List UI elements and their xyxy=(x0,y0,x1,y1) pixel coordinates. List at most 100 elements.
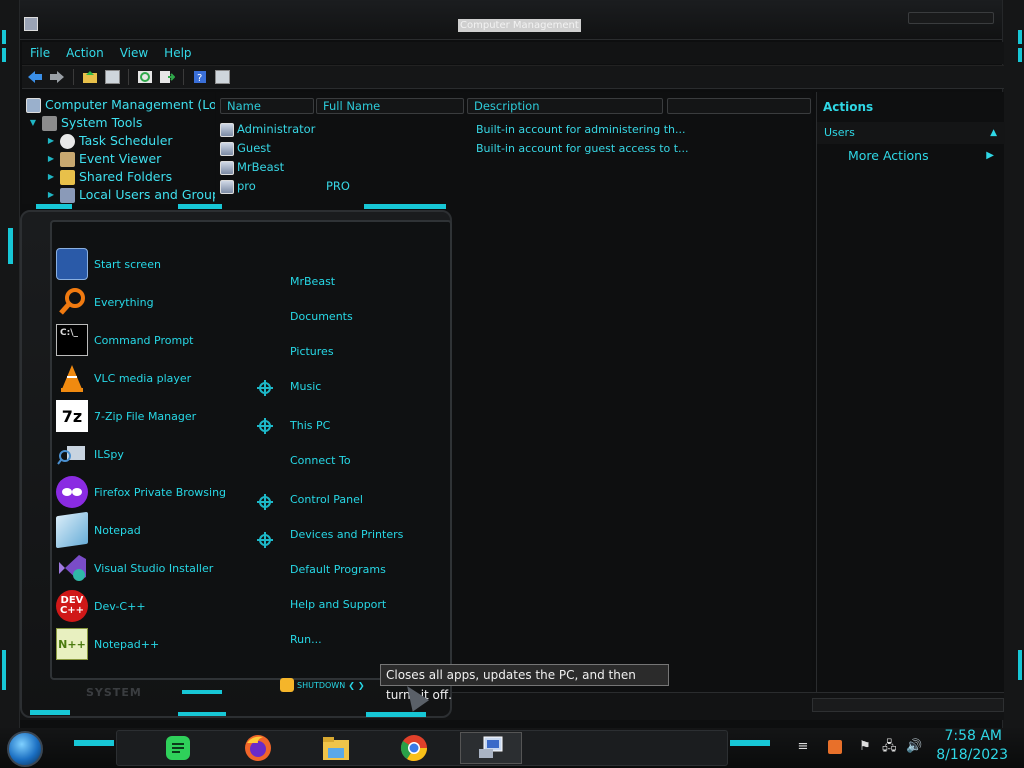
menu-file[interactable]: File xyxy=(22,42,58,64)
column-header-full-name[interactable]: Full Name xyxy=(316,98,464,114)
notepad-icon xyxy=(56,511,88,549)
chevron-right-icon[interactable]: ❯ xyxy=(358,681,365,690)
link-devices-printers[interactable]: Devices and Printers xyxy=(290,528,403,541)
table-row[interactable]: Guest Built-in account for guest access … xyxy=(220,139,689,158)
start-orb-button[interactable] xyxy=(7,731,43,767)
window-control-buttons[interactable] xyxy=(908,12,994,24)
tree-item-task-scheduler[interactable]: ▶ Task Scheduler xyxy=(46,132,173,150)
table-row[interactable]: Administrator Built-in account for admin… xyxy=(220,120,686,139)
menu-action[interactable]: Action xyxy=(58,42,112,64)
pin-icon[interactable] xyxy=(257,418,273,434)
app-firefox-private[interactable]: Firefox Private Browsing xyxy=(56,473,276,511)
devcpp-icon: DEV C++ xyxy=(56,590,88,622)
search-magnifier-icon xyxy=(56,286,88,318)
collapse-icon[interactable]: ▼ xyxy=(28,114,38,132)
table-row[interactable]: pro PRO xyxy=(220,177,350,196)
cell-name: Guest xyxy=(237,141,271,155)
pin-icon[interactable] xyxy=(257,532,273,548)
app-dev-cpp[interactable]: DEV C++ Dev-C++ xyxy=(56,587,276,625)
app-start-screen[interactable]: Start screen xyxy=(56,245,276,283)
menu-help[interactable]: Help xyxy=(156,42,199,64)
app-command-prompt[interactable]: C:\_ Command Prompt xyxy=(56,321,276,359)
column-header-empty[interactable] xyxy=(667,98,811,114)
link-help-support[interactable]: Help and Support xyxy=(290,598,386,611)
pin-icon[interactable] xyxy=(257,380,273,396)
chevron-right-icon[interactable]: ▶ xyxy=(986,150,994,161)
expand-icon[interactable]: ▶ xyxy=(46,150,56,168)
show-hide-tree-icon[interactable] xyxy=(103,68,121,86)
shared-folders-icon xyxy=(60,169,75,185)
cell-full-name: PRO xyxy=(326,179,350,193)
export-list-icon[interactable] xyxy=(158,68,176,86)
expand-icon[interactable]: ▶ xyxy=(46,168,56,186)
tree-item-event-viewer[interactable]: ▶ Event Viewer xyxy=(46,150,161,168)
column-header-description[interactable]: Description xyxy=(467,98,663,114)
pin-icon[interactable] xyxy=(257,494,273,510)
link-documents[interactable]: Documents xyxy=(290,310,353,323)
app-notepad[interactable]: Notepad xyxy=(56,511,276,549)
frame-accent xyxy=(364,204,446,209)
app-notepad-plus-plus[interactable]: N++ Notepad++ xyxy=(56,625,276,663)
tree-item-system-tools[interactable]: ▼ System Tools xyxy=(28,114,142,132)
clock-time[interactable]: 7:58 AM xyxy=(940,728,1002,744)
app-vlc[interactable]: VLC media player xyxy=(56,359,276,397)
link-connect-to[interactable]: Connect To xyxy=(290,454,351,467)
more-actions-item[interactable]: More Actions xyxy=(848,148,929,163)
app-label: Notepad++ xyxy=(94,637,160,651)
volume-icon[interactable]: 🔊 xyxy=(906,740,922,754)
file-explorer-icon[interactable] xyxy=(320,732,352,764)
firefox-icon[interactable] xyxy=(242,732,274,764)
console-tree: Computer Management (Local) ▼ System Too… xyxy=(22,92,215,204)
computer-management-taskbar-button[interactable] xyxy=(460,732,522,764)
actions-section-users[interactable]: Users ▲ xyxy=(817,122,1005,144)
forward-arrow-icon[interactable] xyxy=(48,68,66,86)
horizontal-scrollbar[interactable] xyxy=(812,698,1004,712)
link-music[interactable]: Music xyxy=(290,380,321,393)
app-visual-studio-installer[interactable]: Visual Studio Installer xyxy=(56,549,276,587)
tree-item-label: Computer Management (Local) xyxy=(45,97,215,112)
chrome-icon[interactable] xyxy=(398,732,430,764)
visual-studio-icon xyxy=(56,552,88,584)
frame-accent xyxy=(182,690,222,694)
app-7zip[interactable]: 7z 7-Zip File Manager xyxy=(56,397,276,435)
network-icon[interactable]: 🖧 xyxy=(882,740,897,754)
chevron-left-icon[interactable]: ❮ xyxy=(348,681,355,690)
computer-management-icon[interactable] xyxy=(24,17,38,31)
help-icon[interactable]: ? xyxy=(191,68,209,86)
chevron-up-icon[interactable]: ≡ xyxy=(796,740,810,754)
link-this-pc[interactable]: This PC xyxy=(290,419,330,432)
power-icon xyxy=(280,678,294,692)
tree-item-label: Task Scheduler xyxy=(79,133,173,148)
frame-accent xyxy=(1018,48,1022,62)
refresh-icon[interactable] xyxy=(136,68,154,86)
frame-accent xyxy=(1018,650,1022,680)
notes-app-icon[interactable] xyxy=(162,732,194,764)
tree-item-shared-folders[interactable]: ▶ Shared Folders xyxy=(46,168,172,186)
expand-icon[interactable]: ▶ xyxy=(46,132,56,150)
link-run[interactable]: Run... xyxy=(290,633,322,646)
properties-icon[interactable] xyxy=(213,68,231,86)
app-everything[interactable]: Everything xyxy=(56,283,276,321)
flag-icon[interactable]: ⚑ xyxy=(858,740,872,754)
column-header-name[interactable]: Name xyxy=(220,98,314,114)
clock-date[interactable]: 8/18/2023 xyxy=(930,747,1008,763)
tree-item-computer-management[interactable]: Computer Management (Local) xyxy=(26,96,215,114)
link-user-folder[interactable]: MrBeast xyxy=(290,275,335,288)
back-arrow-icon[interactable] xyxy=(26,68,44,86)
link-pictures[interactable]: Pictures xyxy=(290,345,334,358)
table-row[interactable]: MrBeast xyxy=(220,158,284,177)
user-icon xyxy=(220,141,234,156)
collapse-up-icon[interactable]: ▲ xyxy=(990,122,997,144)
menu-bar: File Action View Help xyxy=(22,42,1004,64)
app-ilspy[interactable]: ILSpy xyxy=(56,435,276,473)
sound-recorder-icon[interactable] xyxy=(828,740,842,754)
shutdown-button[interactable]: SHUTDOWN ❮ ❯ xyxy=(280,677,365,693)
cell-description: Built-in account for administering th... xyxy=(476,123,686,136)
link-default-programs[interactable]: Default Programs xyxy=(290,563,386,576)
frame-accent xyxy=(2,650,6,690)
cell-name: pro xyxy=(237,179,256,193)
up-folder-icon[interactable] xyxy=(81,68,99,86)
menu-view[interactable]: View xyxy=(112,42,156,64)
frame-accent xyxy=(8,228,13,264)
link-control-panel[interactable]: Control Panel xyxy=(290,493,363,506)
